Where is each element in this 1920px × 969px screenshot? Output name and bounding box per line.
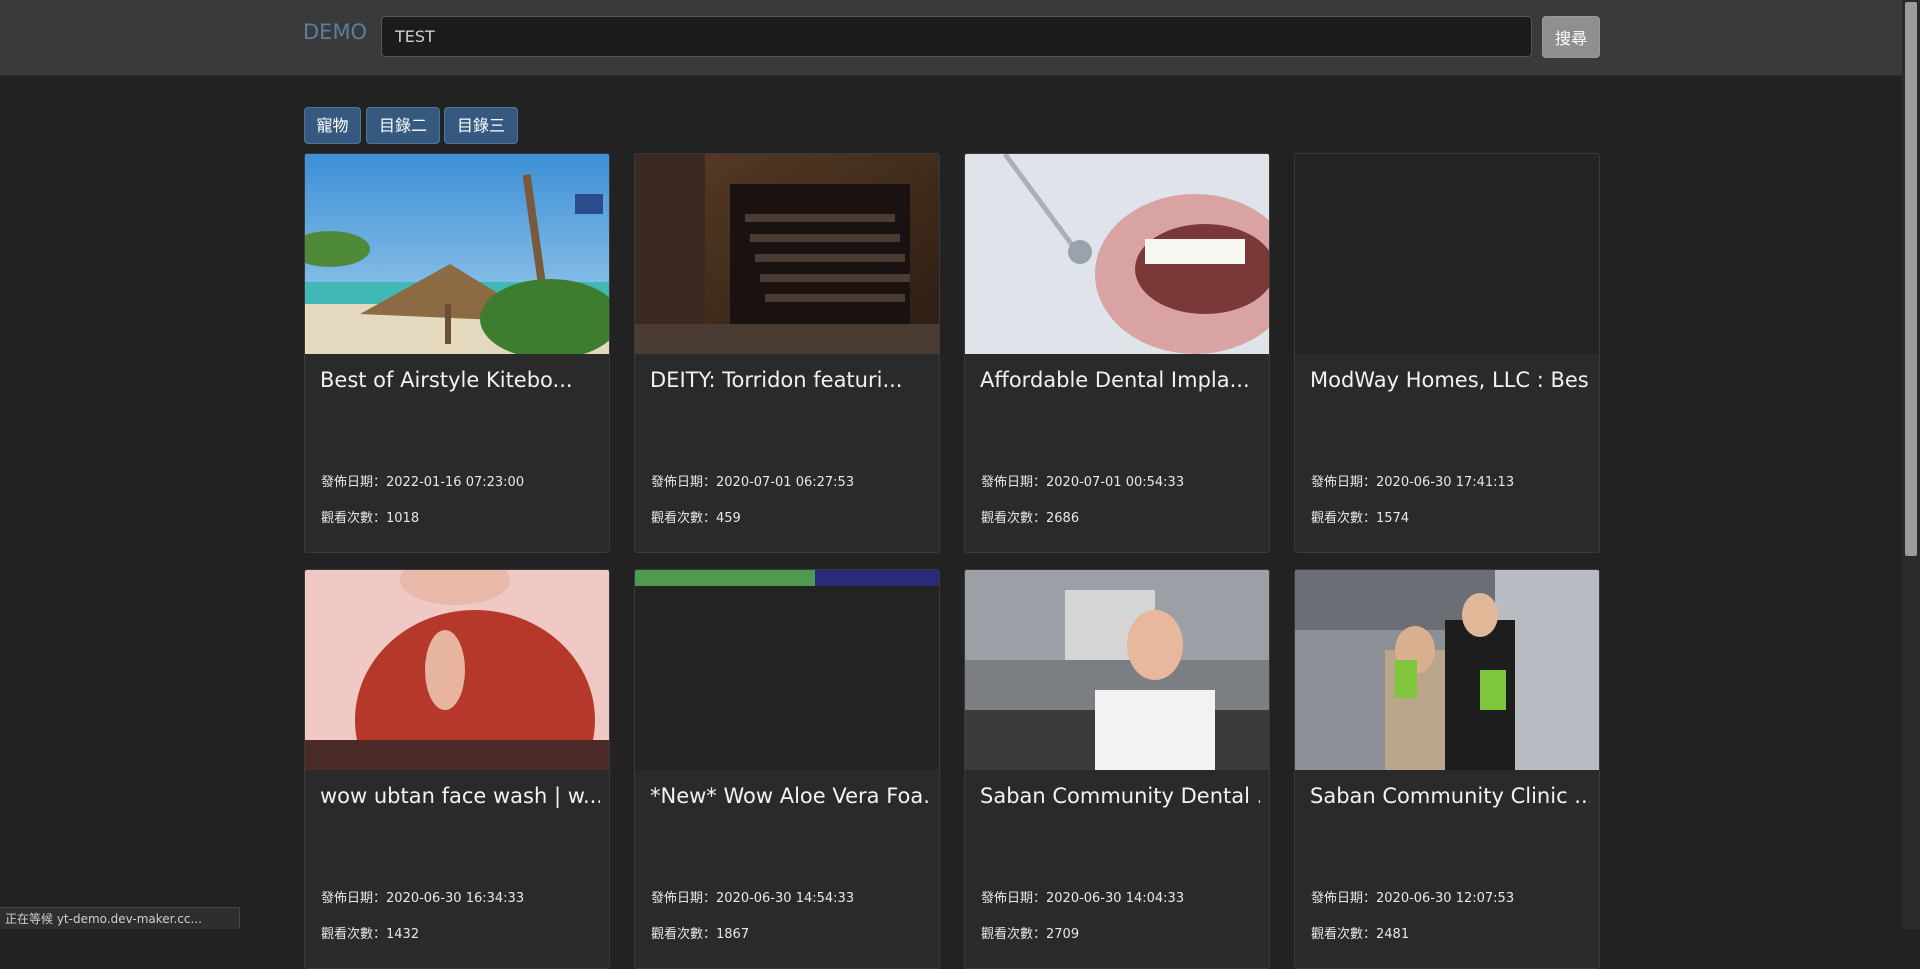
video-title[interactable]: Saban Community Clinic ... xyxy=(1310,784,1590,808)
view-count: 觀看次數：1867 xyxy=(651,927,750,942)
vertical-scrollbar[interactable] xyxy=(1902,0,1920,929)
video-title[interactable]: DEITY: Torridon featuri... xyxy=(650,368,930,392)
search-button[interactable]: 搜尋 xyxy=(1542,16,1600,58)
publish-date: 發佈日期：2020-06-30 12:07:53 xyxy=(1311,891,1515,906)
view-count: 觀看次數：1018 xyxy=(321,511,420,526)
publish-date: 發佈日期：2022-01-16 07:23:00 xyxy=(321,475,525,490)
video-title[interactable]: Best of Airstyle Kitebo... xyxy=(320,368,600,392)
video-thumbnail[interactable] xyxy=(965,154,1269,354)
video-title[interactable]: Affordable Dental Impla... xyxy=(980,368,1260,392)
publish-date: 發佈日期：2020-07-01 06:27:53 xyxy=(651,475,855,490)
video-card[interactable]: Best of Airstyle Kitebo... 發佈日期：2022-01-… xyxy=(304,153,610,553)
brand-logo[interactable]: DEMO xyxy=(303,20,367,44)
view-count: 觀看次數：1432 xyxy=(321,927,420,942)
video-card[interactable]: *New* Wow Aloe Vera Foa... 發佈日期：2020-06-… xyxy=(634,569,940,969)
video-title[interactable]: ModWay Homes, LLC : Bes... xyxy=(1310,368,1590,392)
video-title[interactable]: *New* Wow Aloe Vera Foa... xyxy=(650,784,930,808)
search-input[interactable] xyxy=(381,16,1532,57)
video-title[interactable]: wow ubtan face wash | w... xyxy=(320,784,600,808)
scrollbar-thumb[interactable] xyxy=(1905,2,1917,556)
tab-pets[interactable]: 寵物 xyxy=(304,107,361,144)
publish-date: 發佈日期：2020-06-30 16:34:33 xyxy=(321,891,525,906)
video-card[interactable]: DEITY: Torridon featuri... 發佈日期：2020-07-… xyxy=(634,153,940,553)
top-navbar: DEMO 搜尋 xyxy=(0,0,1902,76)
video-thumbnail[interactable] xyxy=(305,570,609,770)
tab-category-two[interactable]: 目錄二 xyxy=(366,107,440,144)
publish-date: 發佈日期：2020-07-01 00:54:33 xyxy=(981,475,1185,490)
view-count: 觀看次數：459 xyxy=(651,511,741,526)
video-thumbnail[interactable] xyxy=(1295,154,1599,354)
video-card[interactable]: wow ubtan face wash | w... 發佈日期：2020-06-… xyxy=(304,569,610,969)
publish-date: 發佈日期：2020-06-30 14:54:33 xyxy=(651,891,855,906)
video-thumbnail[interactable] xyxy=(1295,570,1599,770)
browser-status-bar: 正在等候 yt-demo.dev-maker.cc... xyxy=(0,907,240,929)
video-thumbnail[interactable] xyxy=(635,570,939,770)
publish-date: 發佈日期：2020-06-30 14:04:33 xyxy=(981,891,1185,906)
video-title[interactable]: Saban Community Dental ... xyxy=(980,784,1260,808)
video-thumbnail[interactable] xyxy=(635,154,939,354)
view-count: 觀看次數：2686 xyxy=(981,511,1080,526)
video-thumbnail[interactable] xyxy=(305,154,609,354)
view-count: 觀看次數：1574 xyxy=(1311,511,1410,526)
video-card[interactable]: Affordable Dental Impla... 發佈日期：2020-07-… xyxy=(964,153,1270,553)
video-thumbnail[interactable] xyxy=(965,570,1269,770)
view-count: 觀看次數：2481 xyxy=(1311,927,1410,942)
video-card[interactable]: Saban Community Dental ... 發佈日期：2020-06-… xyxy=(964,569,1270,969)
video-card[interactable]: ModWay Homes, LLC : Bes... 發佈日期：2020-06-… xyxy=(1294,153,1600,553)
publish-date: 發佈日期：2020-06-30 17:41:13 xyxy=(1311,475,1515,490)
video-card[interactable]: Saban Community Clinic ... 發佈日期：2020-06-… xyxy=(1294,569,1600,969)
tab-category-three[interactable]: 目錄三 xyxy=(444,107,518,144)
view-count: 觀看次數：2709 xyxy=(981,927,1080,942)
